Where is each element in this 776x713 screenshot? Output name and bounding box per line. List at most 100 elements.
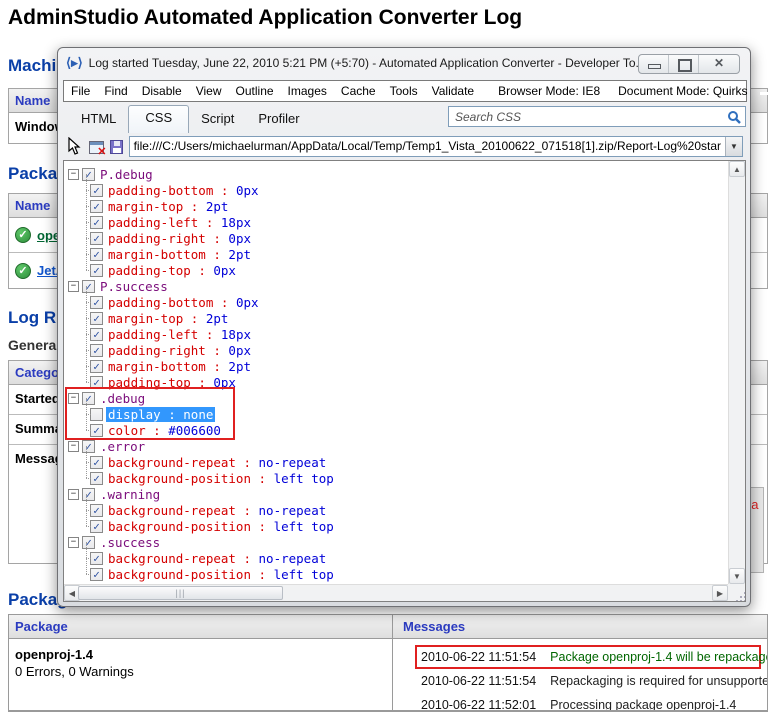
- css-property-row[interactable]: ✓background-position : left top: [64, 566, 728, 582]
- property-label: padding-bottom : 0px: [106, 295, 261, 310]
- css-property-row[interactable]: display : none: [64, 406, 728, 422]
- scrollbar-thumb[interactable]: [78, 586, 283, 600]
- disable-element-icon[interactable]: [89, 141, 104, 154]
- css-property-row[interactable]: ✓background-repeat : no-repeat: [64, 502, 728, 518]
- css-property-row[interactable]: ✓margin-top : 2pt: [64, 310, 728, 326]
- css-property-row[interactable]: ✓color : #006600: [64, 422, 728, 438]
- collapse-icon[interactable]: −: [68, 441, 79, 452]
- collapse-icon[interactable]: −: [68, 281, 79, 292]
- property-label: margin-top : 2pt: [106, 311, 230, 326]
- css-property-row[interactable]: ✓background-position : left top: [64, 470, 728, 486]
- property-checkbox[interactable]: ✓: [90, 360, 103, 373]
- vertical-scrollbar[interactable]: ▲ ▼: [728, 161, 745, 584]
- property-checkbox[interactable]: ✓: [90, 312, 103, 325]
- property-checkbox[interactable]: ✓: [90, 264, 103, 277]
- restore-icon[interactable]: [669, 55, 699, 73]
- collapse-icon[interactable]: −: [68, 489, 79, 500]
- window-title: Log started Tuesday, June 22, 2010 5:21 …: [89, 56, 646, 70]
- property-label: padding-right : 0px: [106, 231, 253, 246]
- css-property-row[interactable]: ✓padding-right : 0px: [64, 230, 728, 246]
- menu-item-outline[interactable]: Outline: [229, 84, 281, 98]
- menu-item-tools[interactable]: Tools: [383, 84, 425, 98]
- property-checkbox[interactable]: ✓: [90, 232, 103, 245]
- css-property-row[interactable]: ✓padding-left : 18px: [64, 326, 728, 342]
- rule-checkbox[interactable]: ✓: [82, 168, 95, 181]
- property-checkbox[interactable]: ✓: [90, 568, 103, 581]
- rule-checkbox[interactable]: ✓: [82, 488, 95, 501]
- css-rule-row[interactable]: −✓.error: [64, 438, 728, 454]
- scroll-up-icon[interactable]: ▲: [729, 161, 745, 177]
- developer-tools-window: ⟨▸⟩ Log started Tuesday, June 22, 2010 5…: [57, 47, 751, 607]
- menu-item-cache[interactable]: Cache: [334, 84, 383, 98]
- property-checkbox[interactable]: ✓: [90, 424, 103, 437]
- rule-checkbox[interactable]: ✓: [82, 440, 95, 453]
- css-property-row[interactable]: ✓margin-bottom : 2pt: [64, 246, 728, 262]
- property-checkbox[interactable]: ✓: [90, 200, 103, 213]
- css-rule-row[interactable]: −✓P.debug: [64, 166, 728, 182]
- css-property-row[interactable]: ✓margin-top : 2pt: [64, 198, 728, 214]
- dropdown-arrow-icon[interactable]: ▼: [725, 137, 742, 156]
- menu-item-file[interactable]: File: [64, 84, 97, 98]
- property-checkbox[interactable]: ✓: [90, 376, 103, 389]
- collapse-icon[interactable]: −: [68, 537, 79, 548]
- property-checkbox[interactable]: ✓: [90, 328, 103, 341]
- mode-menu-item[interactable]: Document Mode: Quirks: [609, 84, 756, 98]
- log-report-heading: Log R: [8, 308, 56, 328]
- collapse-icon[interactable]: −: [68, 169, 79, 180]
- css-property-row[interactable]: ✓padding-left : 18px: [64, 214, 728, 230]
- css-property-row[interactable]: ✓padding-top : 0px: [64, 262, 728, 278]
- tab-profiler[interactable]: Profiler: [246, 107, 311, 132]
- rule-checkbox[interactable]: ✓: [82, 280, 95, 293]
- css-rule-row[interactable]: −✓.warning: [64, 486, 728, 502]
- horizontal-scrollbar[interactable]: ◀ ▶: [64, 584, 728, 601]
- resize-grip[interactable]: [728, 584, 745, 601]
- property-checkbox[interactable]: ✓: [90, 520, 103, 533]
- css-property-row[interactable]: ✓padding-top : 0px: [64, 374, 728, 390]
- css-property-row[interactable]: ✓background-position : left top: [64, 518, 728, 534]
- property-checkbox[interactable]: ✓: [90, 472, 103, 485]
- property-checkbox[interactable]: [90, 408, 103, 421]
- property-checkbox[interactable]: ✓: [90, 456, 103, 469]
- css-property-row[interactable]: ✓padding-bottom : 0px: [64, 294, 728, 310]
- tab-html[interactable]: HTML: [69, 107, 128, 132]
- property-checkbox[interactable]: ✓: [90, 216, 103, 229]
- css-property-row[interactable]: ✓background-repeat : no-repeat: [64, 550, 728, 566]
- mode-menu-item[interactable]: Browser Mode: IE8: [489, 84, 609, 98]
- tab-script[interactable]: Script: [189, 107, 246, 132]
- css-property-row[interactable]: ✓margin-bottom : 2pt: [64, 358, 728, 374]
- property-checkbox[interactable]: ✓: [90, 184, 103, 197]
- save-icon[interactable]: [110, 140, 123, 154]
- property-checkbox[interactable]: ✓: [90, 504, 103, 517]
- menu-item-disable[interactable]: Disable: [135, 84, 189, 98]
- address-combobox[interactable]: file:///C:/Users/michaelurman/AppData/Lo…: [129, 136, 743, 157]
- search-icon[interactable]: [727, 110, 741, 124]
- rule-selector: .success: [98, 535, 162, 550]
- css-rule-row[interactable]: −✓.success: [64, 534, 728, 550]
- menu-item-images[interactable]: Images: [281, 84, 334, 98]
- property-checkbox[interactable]: ✓: [90, 344, 103, 357]
- css-property-row[interactable]: ✓background-repeat : no-repeat: [64, 454, 728, 470]
- property-checkbox[interactable]: ✓: [90, 248, 103, 261]
- rule-checkbox[interactable]: ✓: [82, 392, 95, 405]
- property-checkbox[interactable]: ✓: [90, 552, 103, 565]
- close-icon[interactable]: [699, 55, 739, 73]
- menu-item-find[interactable]: Find: [97, 84, 134, 98]
- message-timestamp: 2010-06-22 11:52:01: [421, 698, 536, 710]
- tree-connector: [64, 374, 90, 390]
- collapse-icon[interactable]: −: [68, 393, 79, 404]
- scroll-down-icon[interactable]: ▼: [729, 568, 745, 584]
- search-input[interactable]: Search CSS: [448, 106, 746, 127]
- select-element-cursor-icon[interactable]: [66, 137, 83, 155]
- menu-item-view[interactable]: View: [189, 84, 229, 98]
- scroll-right-icon[interactable]: ▶: [712, 585, 728, 601]
- css-tree-panel: −✓P.debug✓padding-bottom : 0px✓margin-to…: [63, 160, 746, 602]
- rule-checkbox[interactable]: ✓: [82, 536, 95, 549]
- css-rule-row[interactable]: −✓.debug: [64, 390, 728, 406]
- minimize-icon[interactable]: [639, 55, 669, 73]
- menu-item-validate[interactable]: Validate: [425, 84, 481, 98]
- tab-css[interactable]: CSS: [128, 105, 189, 133]
- css-property-row[interactable]: ✓padding-right : 0px: [64, 342, 728, 358]
- property-checkbox[interactable]: ✓: [90, 296, 103, 309]
- css-property-row[interactable]: ✓padding-bottom : 0px: [64, 182, 728, 198]
- css-rule-row[interactable]: −✓P.success: [64, 278, 728, 294]
